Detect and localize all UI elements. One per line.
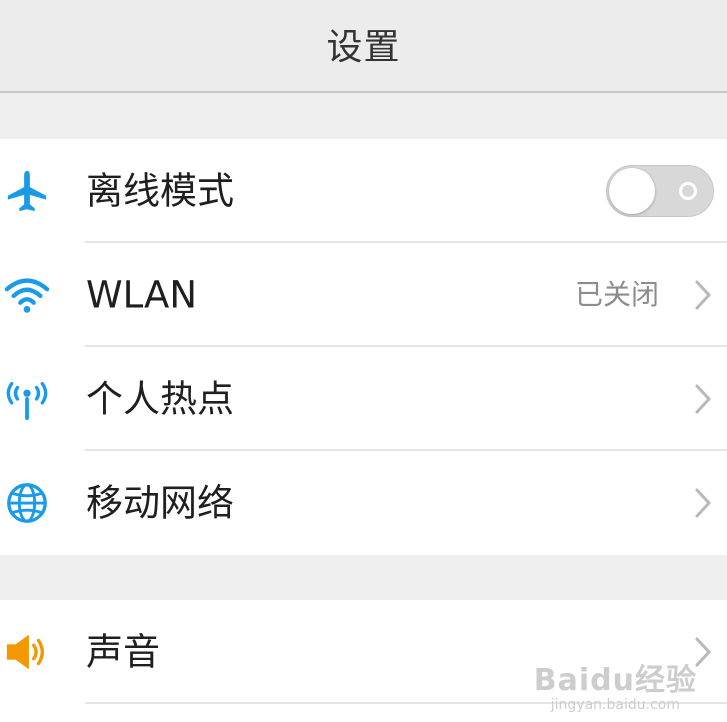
speaker-icon	[6, 634, 45, 670]
airplane-icon	[7, 170, 47, 212]
settings-row-airplane-mode[interactable]: 离线模式	[0, 139, 727, 243]
settings-row-label: 声音	[86, 630, 160, 674]
wifi-icon	[4, 278, 50, 313]
hotspot-icon	[6, 381, 48, 421]
toggle-knob	[609, 168, 655, 214]
settings-row-label: 离线模式	[86, 169, 234, 213]
settings-group-connectivity: 离线模式 WLAN 已关闭 个人热点 移动网络	[0, 139, 727, 555]
chevron-right-icon	[695, 280, 711, 310]
settings-row-mobile-network[interactable]: 移动网络	[0, 451, 727, 555]
chevron-right-icon	[695, 384, 711, 414]
airplane-mode-toggle[interactable]	[606, 165, 714, 217]
wlan-status-text: 已关闭	[574, 278, 659, 311]
baidu-watermark: Baidu经验 jingyan.baidu.com	[533, 663, 697, 713]
toggle-off-indicator	[679, 182, 697, 200]
settings-row-wlan[interactable]: WLAN 已关闭	[0, 243, 727, 347]
settings-row-label: 移动网络	[86, 481, 234, 525]
page-title: 设置	[326, 27, 401, 68]
globe-icon	[7, 483, 47, 523]
watermark-sub-text: jingyan.baidu.com	[550, 697, 680, 713]
settings-row-label: WLAN	[86, 273, 198, 317]
chevron-right-icon	[695, 488, 711, 518]
settings-row-label: 个人热点	[86, 377, 234, 421]
watermark-main-text: Baidu经验	[533, 663, 697, 698]
settings-row-hotspot[interactable]: 个人热点	[0, 347, 727, 451]
title-bar: 设置	[0, 0, 727, 93]
